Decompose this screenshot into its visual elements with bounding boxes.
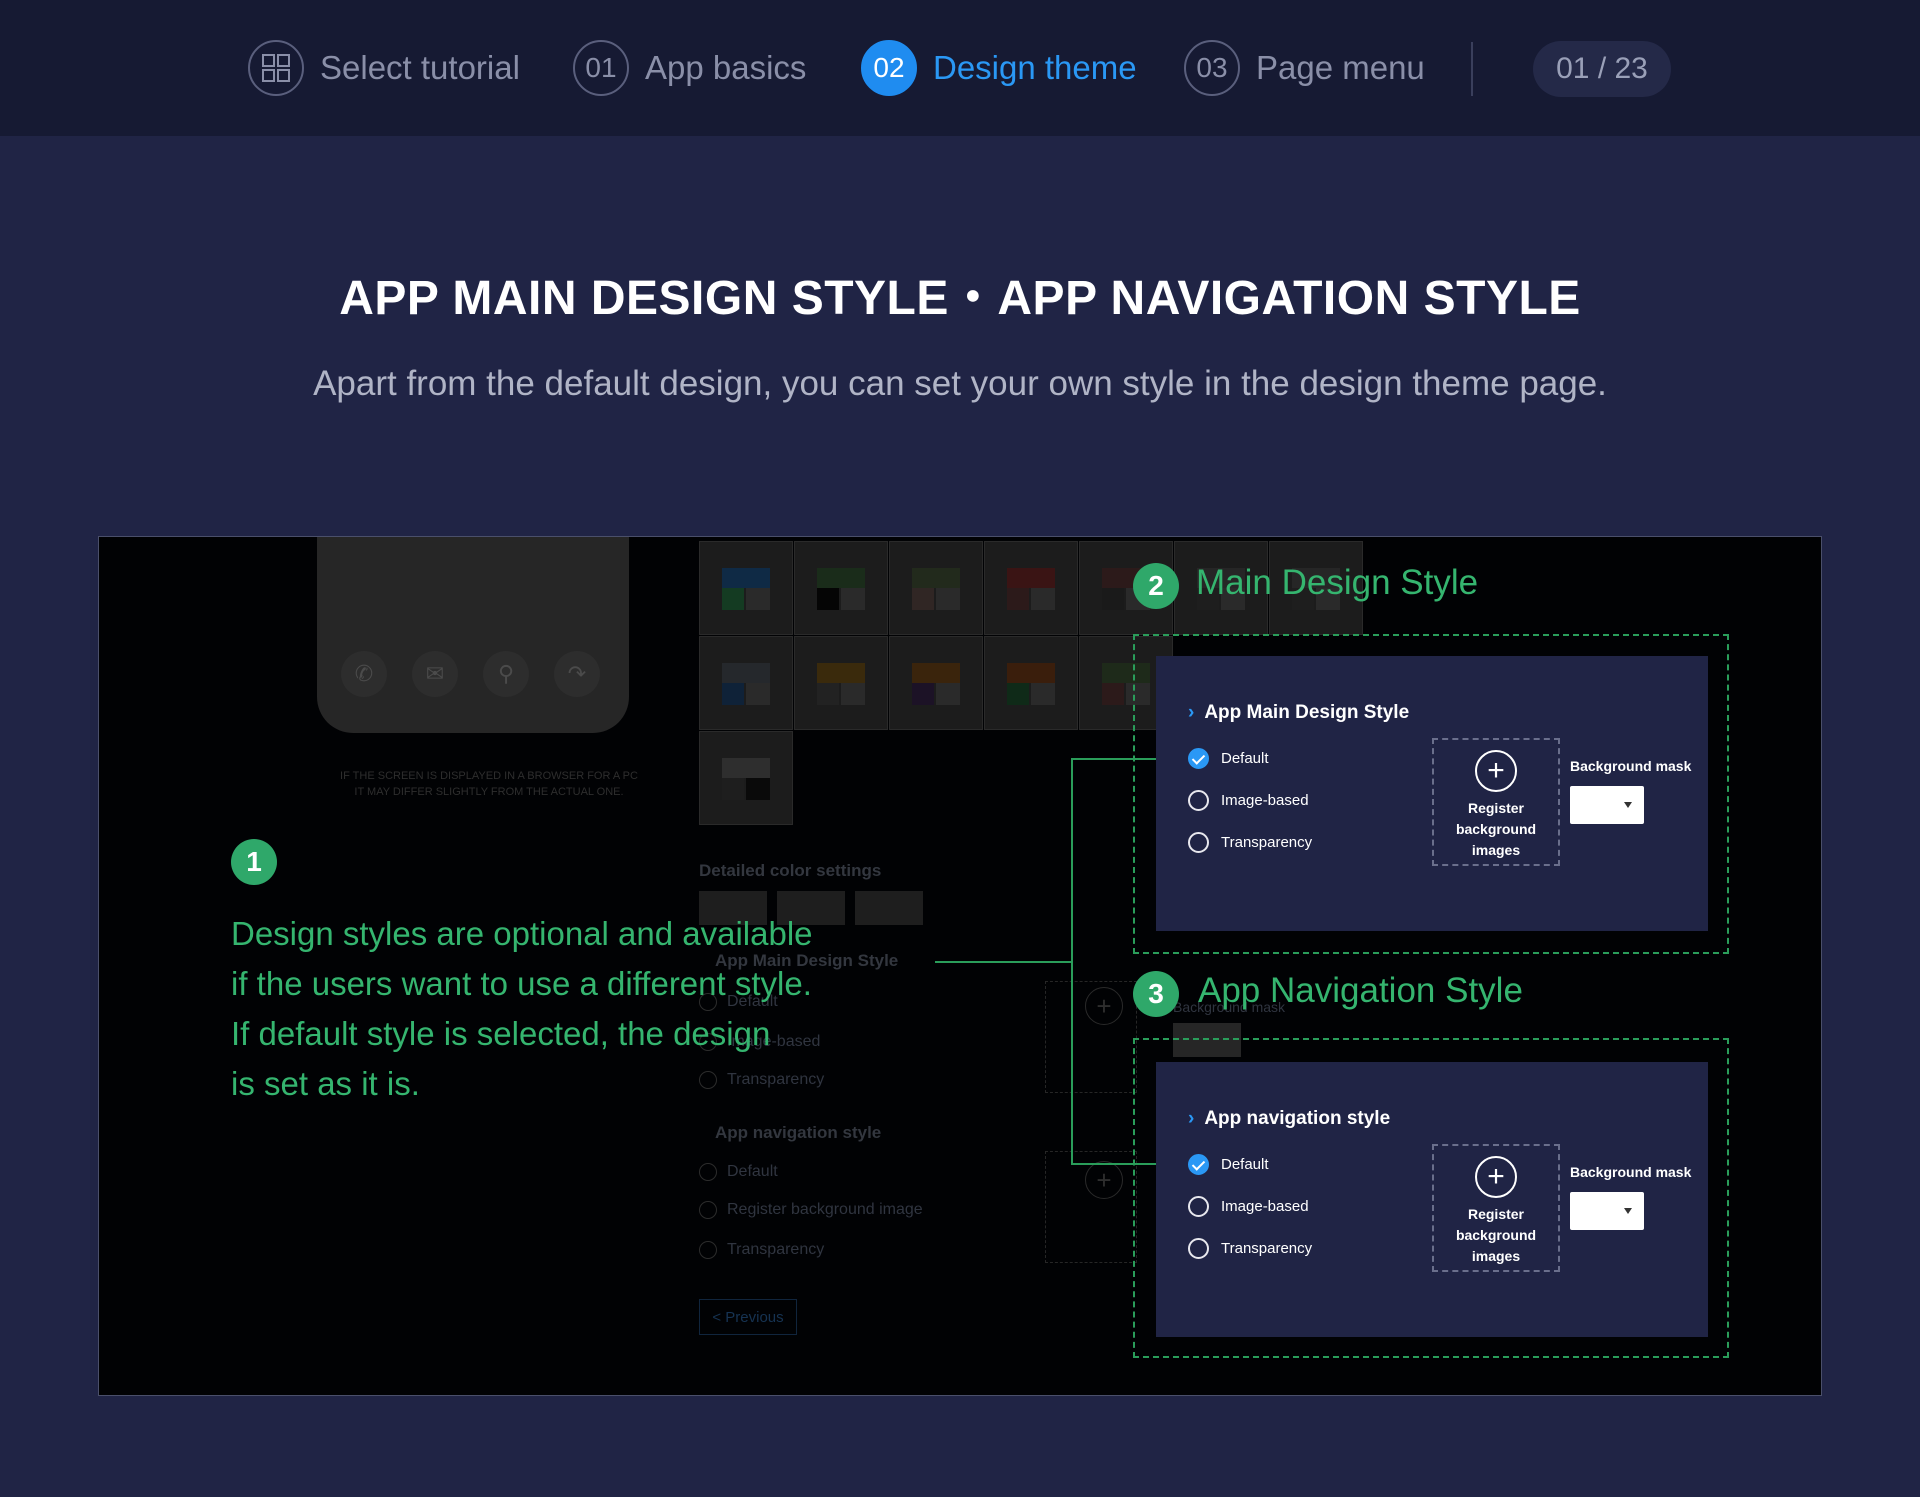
phone-preview: ✆ ✉ ⚲ ↷ [317, 537, 629, 733]
register-text: Register background images [1455, 1206, 1537, 1264]
chevron-right-icon: › [1188, 1108, 1195, 1129]
top-navigation: Select tutorial 01 App basics 02 Design … [0, 0, 1920, 136]
annotation-badge-1: 1 [231, 839, 277, 885]
radio-checked-icon [1188, 1154, 1209, 1175]
color-swatch[interactable] [889, 636, 983, 730]
radio-icon [1188, 1196, 1209, 1217]
annotation-badge-3: 3 [1133, 971, 1179, 1017]
annotation-badge-2: 2 [1133, 563, 1179, 609]
dim-radio[interactable] [699, 1201, 717, 1219]
step-number: 03 [1184, 40, 1240, 96]
register-background-button[interactable]: + Register background images [1432, 1144, 1560, 1272]
color-swatch[interactable] [794, 541, 888, 635]
nav-style-heading: › App navigation style [1188, 1108, 1391, 1129]
page-subtitle: Apart from the default design, you can s… [313, 364, 1607, 403]
main-design-style-card: › App Main Design Style Default Image-bas… [1156, 656, 1708, 931]
background-mask-select[interactable] [1570, 786, 1644, 824]
location-icon: ⚲ [483, 651, 529, 697]
radio-icon [1188, 832, 1209, 853]
color-swatch[interactable] [984, 636, 1078, 730]
radio-icon [1188, 790, 1209, 811]
color-swatch[interactable] [699, 541, 793, 635]
color-swatch[interactable] [794, 636, 888, 730]
annotation-title-2: Main Design Style [1196, 563, 1479, 602]
step-design-theme[interactable]: 02 Design theme [861, 40, 1137, 96]
annotation-text-1: Design styles are optional and available… [231, 915, 813, 1102]
step-app-basics[interactable]: 01 App basics [573, 40, 806, 96]
tutorial-screenshot: ✆ ✉ ⚲ ↷ IF THE SCREEN IS DISPLAYED IN A … [98, 536, 1822, 1396]
main-option-image-based[interactable]: Image-based [1188, 790, 1309, 811]
mail-icon: ✉ [412, 651, 458, 697]
step-label: Select tutorial [320, 49, 520, 86]
share-icon: ↷ [554, 651, 600, 697]
nav-option-image-based[interactable]: Image-based [1188, 1196, 1309, 1217]
color-select[interactable] [855, 891, 923, 925]
step-page-menu[interactable]: 03 Page menu [1184, 40, 1425, 96]
dim-option: Transparency [727, 1241, 825, 1258]
connector-line [935, 961, 1071, 963]
step-label: Design theme [933, 49, 1137, 86]
plus-icon: + [1475, 750, 1517, 792]
color-swatch[interactable] [984, 541, 1078, 635]
phone-icon: ✆ [341, 651, 387, 697]
step-number: 02 [861, 40, 917, 96]
dim-nav-style-heading: App navigation style [715, 1123, 882, 1142]
background-mask-label: Background mask [1570, 1164, 1692, 1180]
plus-icon: + [1475, 1156, 1517, 1198]
register-background-button[interactable]: + Register background images [1432, 738, 1560, 866]
background-mask-label: Background mask [1570, 758, 1692, 774]
chevron-right-icon: › [1188, 702, 1195, 723]
main-option-default[interactable]: Default [1188, 748, 1269, 769]
dim-plus-icon: + [1085, 987, 1123, 1025]
color-swatch[interactable] [889, 541, 983, 635]
dim-option: Register background image [727, 1201, 923, 1218]
main-style-heading: › App Main Design Style [1188, 702, 1410, 723]
grid-icon [248, 40, 304, 96]
dim-radio[interactable] [699, 1241, 717, 1259]
step-label: App basics [645, 49, 807, 86]
nav-style-card: › App navigation style Default Image-base… [1156, 1062, 1708, 1337]
browser-notice: IT MAY DIFFER SLIGHTLY FROM THE ACTUAL O… [354, 786, 624, 798]
annotation-title-3: App Navigation Style [1198, 971, 1523, 1010]
connector-line [1071, 758, 1073, 1164]
dim-radio[interactable] [699, 1163, 717, 1181]
nav-option-default[interactable]: Default [1188, 1154, 1269, 1175]
dim-plus-icon: + [1085, 1161, 1123, 1199]
browser-notice: IF THE SCREEN IS DISPLAYED IN A BROWSER … [340, 770, 638, 782]
step-select-tutorial[interactable]: Select tutorial [248, 40, 520, 96]
register-text: Register background images [1455, 800, 1537, 858]
main-option-transparency[interactable]: Transparency [1188, 832, 1312, 853]
previous-button[interactable]: < Previous [699, 1299, 797, 1335]
radio-checked-icon [1188, 748, 1209, 769]
radio-icon [1188, 1238, 1209, 1259]
page-title: APP MAIN DESIGN STYLE・APP NAVIGATION STY… [339, 272, 1581, 325]
page-counter: 01 / 23 [1533, 41, 1671, 97]
nav-divider [1471, 42, 1473, 96]
background-mask-select[interactable] [1570, 1192, 1644, 1230]
nav-option-transparency[interactable]: Transparency [1188, 1238, 1312, 1259]
detailed-color-settings: Detailed color settings [699, 861, 882, 880]
color-swatch[interactable] [699, 731, 793, 825]
dim-option: Default [727, 1163, 778, 1180]
color-swatch[interactable] [699, 636, 793, 730]
step-number: 01 [573, 40, 629, 96]
step-label: Page menu [1256, 49, 1425, 86]
